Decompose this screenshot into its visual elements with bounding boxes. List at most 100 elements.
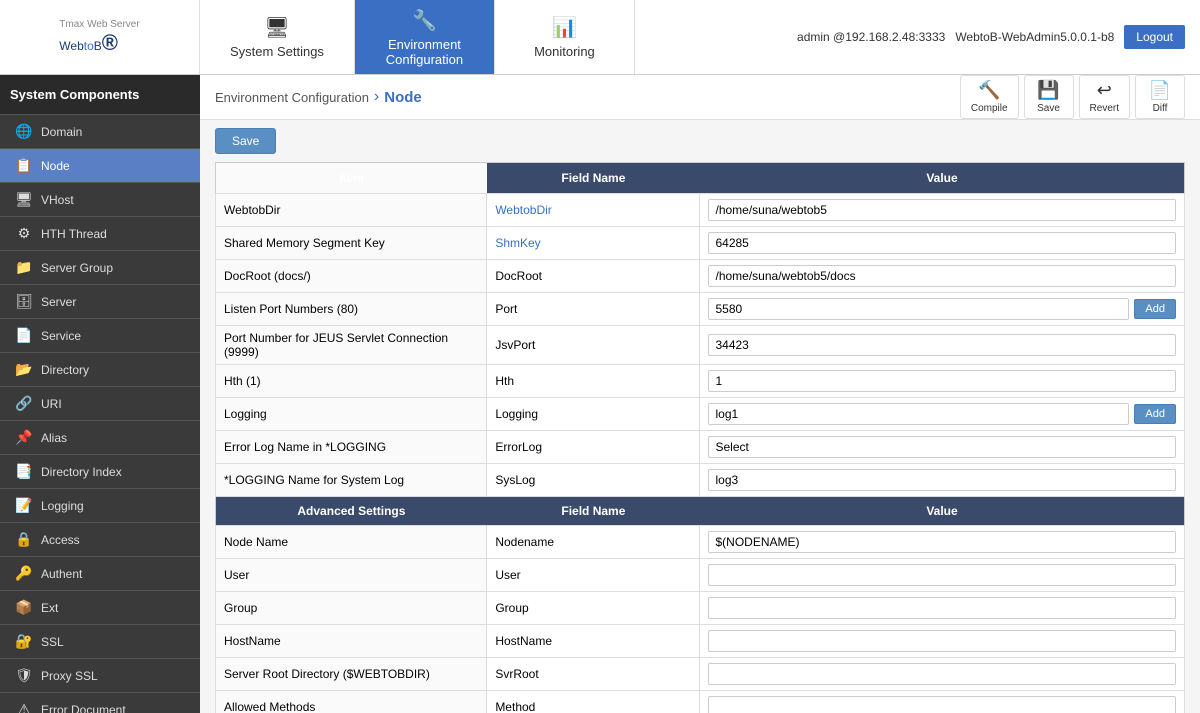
value-group <box>700 592 1185 625</box>
input-user[interactable] <box>708 564 1176 586</box>
sidebar-item-node[interactable]: 📋 Node <box>0 149 200 183</box>
logo: WebtoB® <box>59 30 139 56</box>
sidebar-item-hth-thread[interactable]: ⚙ HTH Thread <box>0 217 200 251</box>
sidebar-item-access[interactable]: 🔒 Access <box>0 523 200 557</box>
environment-icon: 🔧 <box>412 8 437 33</box>
fieldname-docroot: DocRoot <box>487 260 700 293</box>
col-field-name: Field Name <box>487 163 700 194</box>
input-jsvport[interactable] <box>708 334 1176 356</box>
sidebar-item-label: Service <box>41 329 81 343</box>
table-row: Group Group <box>216 592 1185 625</box>
sidebar-item-vhost[interactable]: 🖥 VHost <box>0 183 200 217</box>
sidebar-item-ssl[interactable]: 🔐 SSL <box>0 625 200 659</box>
add-port-button[interactable]: Add <box>1134 299 1176 319</box>
col-value: Value <box>700 163 1185 194</box>
fieldname-port: Port <box>487 293 700 326</box>
sidebar-item-domain[interactable]: 🌐 Domain <box>0 115 200 149</box>
input-hostname[interactable] <box>708 630 1176 652</box>
value-webtobdir <box>700 194 1185 227</box>
tab-monitoring[interactable]: 📊 Monitoring <box>495 0 635 74</box>
sidebar-item-error-document[interactable]: ⚠ Error Document <box>0 693 200 713</box>
sidebar-item-authent[interactable]: 🔑 Authent <box>0 557 200 591</box>
sidebar-item-directory[interactable]: 📂 Directory <box>0 353 200 387</box>
sidebar-item-label: Logging <box>41 499 84 513</box>
breadcrumb: Environment Configuration › Node <box>215 88 422 106</box>
value-syslog: log3 <box>700 464 1185 497</box>
revert-icon: ↩ <box>1097 80 1112 101</box>
compile-icon: 🔨 <box>978 80 1000 101</box>
input-method[interactable] <box>708 696 1176 713</box>
table-row: Listen Port Numbers (80) Port Add <box>216 293 1185 326</box>
sidebar-item-alias[interactable]: 📌 Alias <box>0 421 200 455</box>
item-jsvport: Port Number for JEUS Servlet Connection … <box>216 326 487 365</box>
diff-button[interactable]: 📄 Diff <box>1135 75 1185 119</box>
diff-icon: 📄 <box>1149 80 1171 101</box>
save-area: Save <box>200 120 1200 162</box>
value-svrroot <box>700 658 1185 691</box>
value-logging: log1 log2 log3 Add <box>700 398 1185 431</box>
revert-button[interactable]: ↩ Revert <box>1079 75 1130 119</box>
revert-label: Revert <box>1090 103 1119 114</box>
logout-button[interactable]: Logout <box>1124 25 1185 49</box>
item-errorlog: Error Log Name in *LOGGING <box>216 431 487 464</box>
tab-environment-configuration[interactable]: 🔧 EnvironmentConfiguration <box>355 0 495 74</box>
fieldname-link[interactable]: ShmKey <box>495 236 540 250</box>
input-webtobdir[interactable] <box>708 199 1176 221</box>
table-row: WebtobDir WebtobDir <box>216 194 1185 227</box>
item-shmkey: Shared Memory Segment Key <box>216 227 487 260</box>
breadcrumb-current: Node <box>384 89 422 106</box>
input-group[interactable] <box>708 597 1176 619</box>
table-row: Allowed Methods Method <box>216 691 1185 713</box>
select-errorlog[interactable]: Select <box>708 436 1176 458</box>
sidebar-item-uri[interactable]: 🔗 URI <box>0 387 200 421</box>
input-nodename[interactable] <box>708 531 1176 553</box>
sidebar-item-label: VHost <box>41 193 74 207</box>
advanced-item-header: Advanced Settings <box>216 497 487 526</box>
save-toolbar-button[interactable]: 💾 Save <box>1024 75 1074 119</box>
toolbar: 🔨 Compile 💾 Save ↩ Revert 📄 Diff <box>960 75 1185 119</box>
value-method <box>700 691 1185 713</box>
input-port[interactable] <box>708 298 1129 320</box>
item-hth: Hth (1) <box>216 365 487 398</box>
fieldname-group: Group <box>487 592 700 625</box>
sidebar-item-logging[interactable]: 📝 Logging <box>0 489 200 523</box>
fieldname-hostname: HostName <box>487 625 700 658</box>
value-hostname <box>700 625 1185 658</box>
fieldname-logging: Logging <box>487 398 700 431</box>
compile-button[interactable]: 🔨 Compile <box>960 75 1019 119</box>
tab-environment-label: EnvironmentConfiguration <box>386 37 463 67</box>
sidebar-item-proxy-ssl[interactable]: 🛡 Proxy SSL <box>0 659 200 693</box>
save-button[interactable]: Save <box>215 128 276 154</box>
select-syslog[interactable]: log3 <box>708 469 1176 491</box>
sidebar-item-server-group[interactable]: 📁 Server Group <box>0 251 200 285</box>
fieldname-link[interactable]: WebtobDir <box>495 203 551 217</box>
sidebar-item-server[interactable]: 🗄 Server <box>0 285 200 319</box>
sidebar-item-label: Alias <box>41 431 67 445</box>
select-logging[interactable]: log1 log2 log3 <box>708 403 1129 425</box>
input-svrroot[interactable] <box>708 663 1176 685</box>
sidebar-item-directory-index[interactable]: 📑 Directory Index <box>0 455 200 489</box>
table-row: Shared Memory Segment Key ShmKey <box>216 227 1185 260</box>
fieldname-webtobdir: WebtobDir <box>487 194 700 227</box>
sidebar-item-label: Error Document <box>41 703 126 713</box>
admin-info: admin @192.168.2.48:3333 <box>797 30 945 44</box>
value-port: Add <box>700 293 1185 326</box>
input-docroot[interactable] <box>708 265 1176 287</box>
sidebar-item-service[interactable]: 📄 Service <box>0 319 200 353</box>
server-icon: 🗄 <box>15 293 33 310</box>
add-logging-button[interactable]: Add <box>1134 404 1176 424</box>
domain-icon: 🌐 <box>15 123 33 140</box>
sidebar-item-label: Server Group <box>41 261 113 275</box>
advanced-value-header: Value <box>700 497 1185 526</box>
table-row: Node Name Nodename <box>216 526 1185 559</box>
ext-icon: 📦 <box>15 599 33 616</box>
input-hth[interactable] <box>708 370 1176 392</box>
sidebar-item-label: URI <box>41 397 62 411</box>
input-shmkey[interactable] <box>708 232 1176 254</box>
breadcrumb-bar: Environment Configuration › Node 🔨 Compi… <box>200 75 1200 120</box>
sidebar-item-ext[interactable]: 📦 Ext <box>0 591 200 625</box>
compile-label: Compile <box>971 103 1008 114</box>
header: Tmax Web Server WebtoB® 🖥 System Setting… <box>0 0 1200 75</box>
tab-system-settings[interactable]: 🖥 System Settings <box>200 0 355 74</box>
table-row: DocRoot (docs/) DocRoot <box>216 260 1185 293</box>
